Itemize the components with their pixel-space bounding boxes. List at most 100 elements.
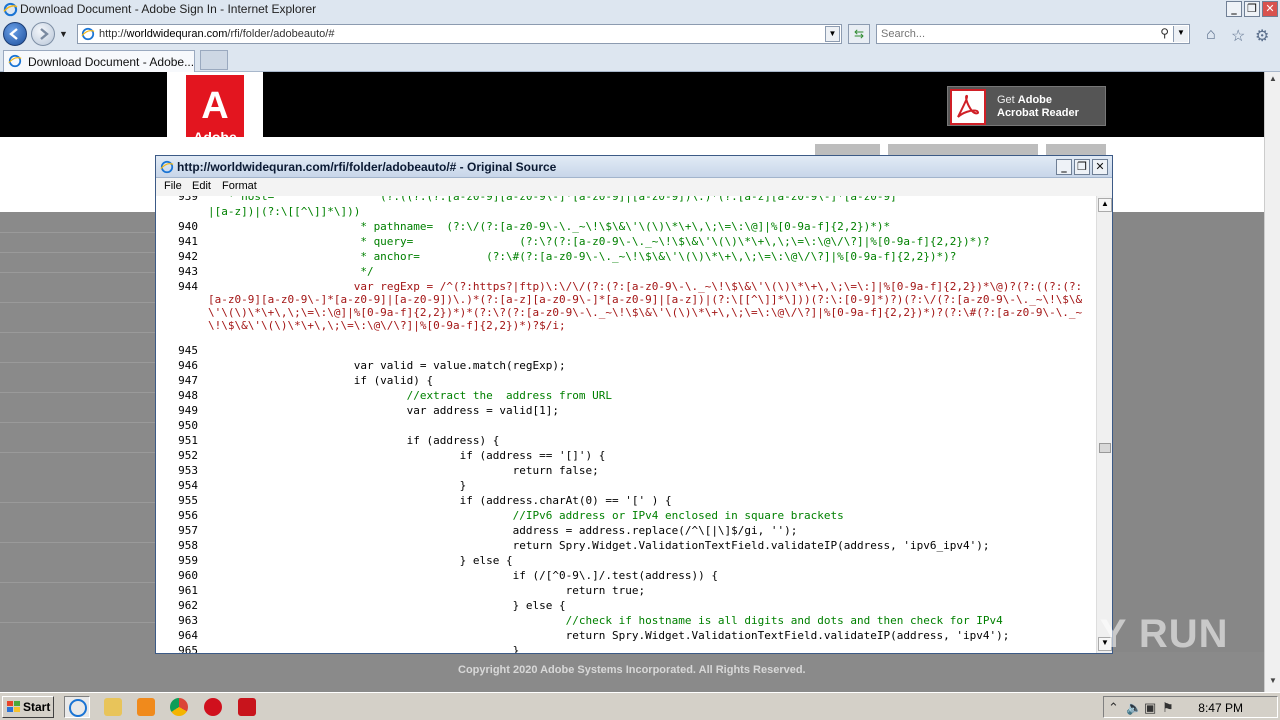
taskbar-media-button[interactable] [133, 696, 159, 718]
sheet-row-line [0, 362, 160, 363]
search-provider-dropdown[interactable]: ▼ [1173, 26, 1188, 42]
code-line: var regExp = /^(?:https?|ftp)\:\/\/(?:(?… [208, 280, 1083, 332]
recent-pages-dropdown[interactable]: ▼ [59, 29, 68, 39]
code-line: var address = valid[1]; [208, 404, 559, 417]
taskbar: Start ⌃ 🔈 ▣ ⚑ 8:47 PM [0, 692, 1280, 720]
line-number: 944 [178, 280, 198, 293]
code-line: if (address) { [208, 434, 500, 447]
line-number: 965 [178, 644, 198, 653]
code-line: * host= (?:((?:(?:[a-z0-9][a-z0-9\-]*[a-… [208, 196, 897, 203]
start-label: Start [23, 700, 51, 714]
page-scrollbar[interactable]: ▲ ▼ [1264, 72, 1280, 692]
refresh-button[interactable]: ⇆ [848, 24, 870, 44]
code-line: } else { [208, 599, 566, 612]
sheet-row-line [0, 582, 160, 583]
source-scroll-up-icon[interactable]: ▲ [1098, 198, 1112, 212]
system-tray: ⌃ 🔈 ▣ ⚑ 8:47 PM [1103, 696, 1278, 718]
media-player-icon [137, 698, 155, 716]
minimize-button[interactable]: _ [1226, 1, 1242, 17]
menu-file[interactable]: File [164, 180, 182, 192]
sheet-row-line [0, 302, 160, 303]
source-minimize-button[interactable]: _ [1056, 159, 1072, 175]
opera-icon [204, 698, 222, 716]
address-bar[interactable]: http://worldwidequran.com/rfi/folder/ado… [77, 24, 842, 44]
taskbar-ie-button[interactable] [64, 696, 90, 718]
close-button[interactable]: ✕ [1262, 1, 1278, 17]
windows-flag-icon [7, 701, 20, 712]
window-title: Download Document - Adobe Sign In - Inte… [20, 2, 317, 16]
url-prefix: http:// [99, 28, 127, 40]
source-scroll-thumb[interactable] [1099, 443, 1111, 453]
tab-active[interactable]: Download Document - Adobe... [3, 50, 195, 72]
sheet-row-line [0, 392, 160, 393]
scroll-down-icon[interactable]: ▼ [1266, 676, 1280, 690]
code-line: * pathname= (?:\/(?:[a-z0-9\-\._~\!\$\&\… [208, 220, 891, 233]
get-acrobat-reader-button[interactable]: Get Adobe Acrobat Reader [947, 86, 1106, 126]
code-line: if (valid) { [208, 374, 434, 387]
get-reader-line1: Get Adobe [997, 94, 1052, 106]
line-number: 959 [178, 554, 198, 567]
taskbar-acrobat-button[interactable] [234, 696, 260, 718]
line-number: 945 [178, 344, 198, 357]
taskbar-opera-button[interactable] [200, 696, 226, 718]
sheet-row-line [0, 542, 160, 543]
adobe-logo-glyph: A [201, 85, 229, 127]
code-line: } else { [208, 554, 513, 567]
menu-format[interactable]: Format [222, 180, 257, 192]
source-maximize-button[interactable]: ❐ [1074, 159, 1090, 175]
volume-icon[interactable]: 🔈 [1126, 700, 1142, 716]
back-button[interactable] [3, 22, 27, 46]
code-line: if (address.charAt(0) == '[' ) { [208, 494, 672, 507]
code-line: * anchor= (?:\#(?:[a-z0-9\-\._~\!\$\&\'\… [208, 250, 957, 263]
menu-edit[interactable]: Edit [192, 180, 211, 192]
home-icon[interactable]: ⌂ [1206, 26, 1216, 44]
line-number: 963 [178, 614, 198, 627]
source-code-view[interactable]: 939 * host= (?:((?:(?:[a-z0-9][a-z0-9\-]… [156, 196, 1096, 653]
page-copyright: Copyright 2020 Adobe Systems Incorporate… [458, 664, 806, 676]
restore-button[interactable]: ❐ [1244, 1, 1260, 17]
scroll-up-icon[interactable]: ▲ [1266, 74, 1280, 88]
address-url: http://worldwidequran.com/rfi/folder/ado… [99, 28, 334, 40]
clock[interactable]: 8:47 PM [1198, 701, 1243, 715]
start-button[interactable]: Start [2, 696, 54, 718]
line-number: 955 [178, 494, 198, 507]
settings-gear-icon[interactable]: ⚙ [1255, 26, 1269, 46]
url-domain: worldwidequran.com [126, 28, 228, 40]
code-line: return true; [208, 584, 646, 597]
sheet-row-line [0, 502, 160, 503]
source-page-icon [160, 160, 174, 174]
get-reader-brand: Adobe [1017, 94, 1053, 106]
ie-logo-icon [3, 2, 18, 17]
code-line: return Spry.Widget.ValidationTextField.v… [208, 539, 990, 552]
source-close-button[interactable]: ✕ [1092, 159, 1108, 175]
taskbar-chrome-button[interactable] [166, 696, 192, 718]
line-number: 941 [178, 235, 198, 248]
tray-expand-icon[interactable]: ⌃ [1108, 700, 1119, 716]
address-dropdown-button[interactable]: ▼ [825, 26, 840, 42]
network-icon[interactable]: ▣ [1144, 700, 1156, 716]
sheet-row-line [0, 232, 160, 233]
search-box[interactable]: ⚲ ▼ [876, 24, 1190, 44]
new-tab-button[interactable] [200, 50, 228, 70]
forward-button[interactable] [31, 22, 55, 46]
code-line: if (/[^0-9\.]/.test(address)) { [208, 569, 718, 582]
code-line: //check if hostname is all digits and do… [208, 614, 1003, 627]
line-number: 949 [178, 404, 198, 417]
source-scrollbar[interactable]: ▲ ▼ [1096, 196, 1112, 653]
code-line: if (address == '[]') { [208, 449, 606, 462]
arrow-left-icon [9, 28, 18, 40]
action-center-flag-icon[interactable]: ⚑ [1162, 700, 1174, 716]
tab-favicon-icon [8, 54, 22, 68]
page-icon [81, 27, 95, 41]
folder-icon [104, 698, 122, 716]
line-number: 948 [178, 389, 198, 402]
taskbar-explorer-button[interactable] [100, 696, 126, 718]
arrow-right-icon [40, 28, 49, 40]
line-number: 940 [178, 220, 198, 233]
search-icon[interactable]: ⚲ [1160, 26, 1169, 40]
code-line: //extract the address from URL [208, 389, 612, 402]
favorites-star-icon[interactable]: ☆ [1231, 26, 1245, 46]
line-number: 952 [178, 449, 198, 462]
search-input[interactable] [881, 27, 1151, 41]
line-number: 946 [178, 359, 198, 372]
